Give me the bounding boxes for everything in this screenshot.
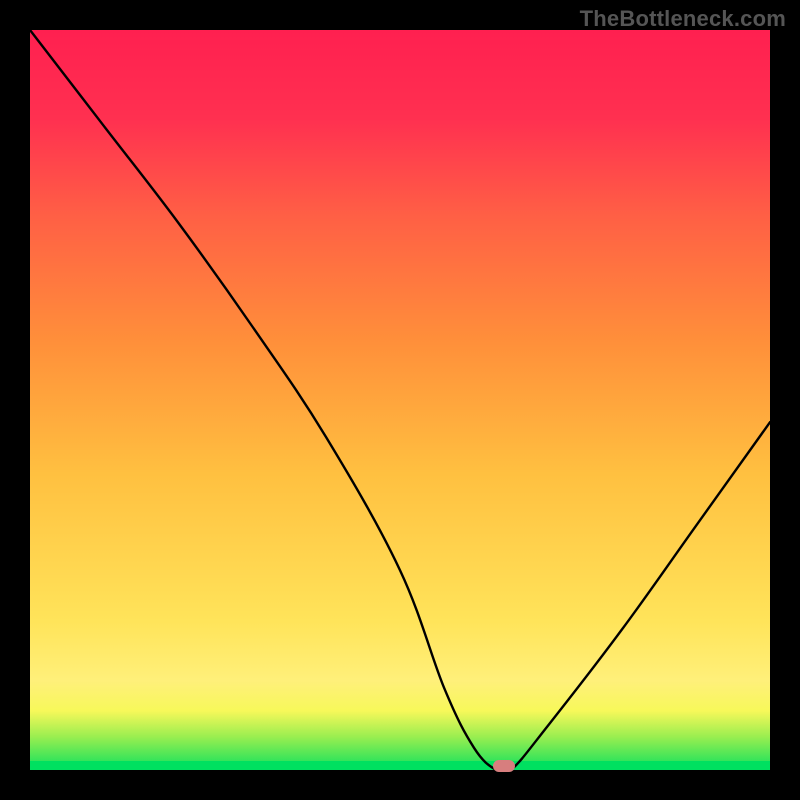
plot-area — [30, 30, 770, 770]
chart-frame: TheBottleneck.com — [0, 0, 800, 800]
watermark-text: TheBottleneck.com — [580, 6, 786, 32]
optimal-marker — [493, 760, 515, 772]
bottleneck-curve — [30, 30, 770, 770]
